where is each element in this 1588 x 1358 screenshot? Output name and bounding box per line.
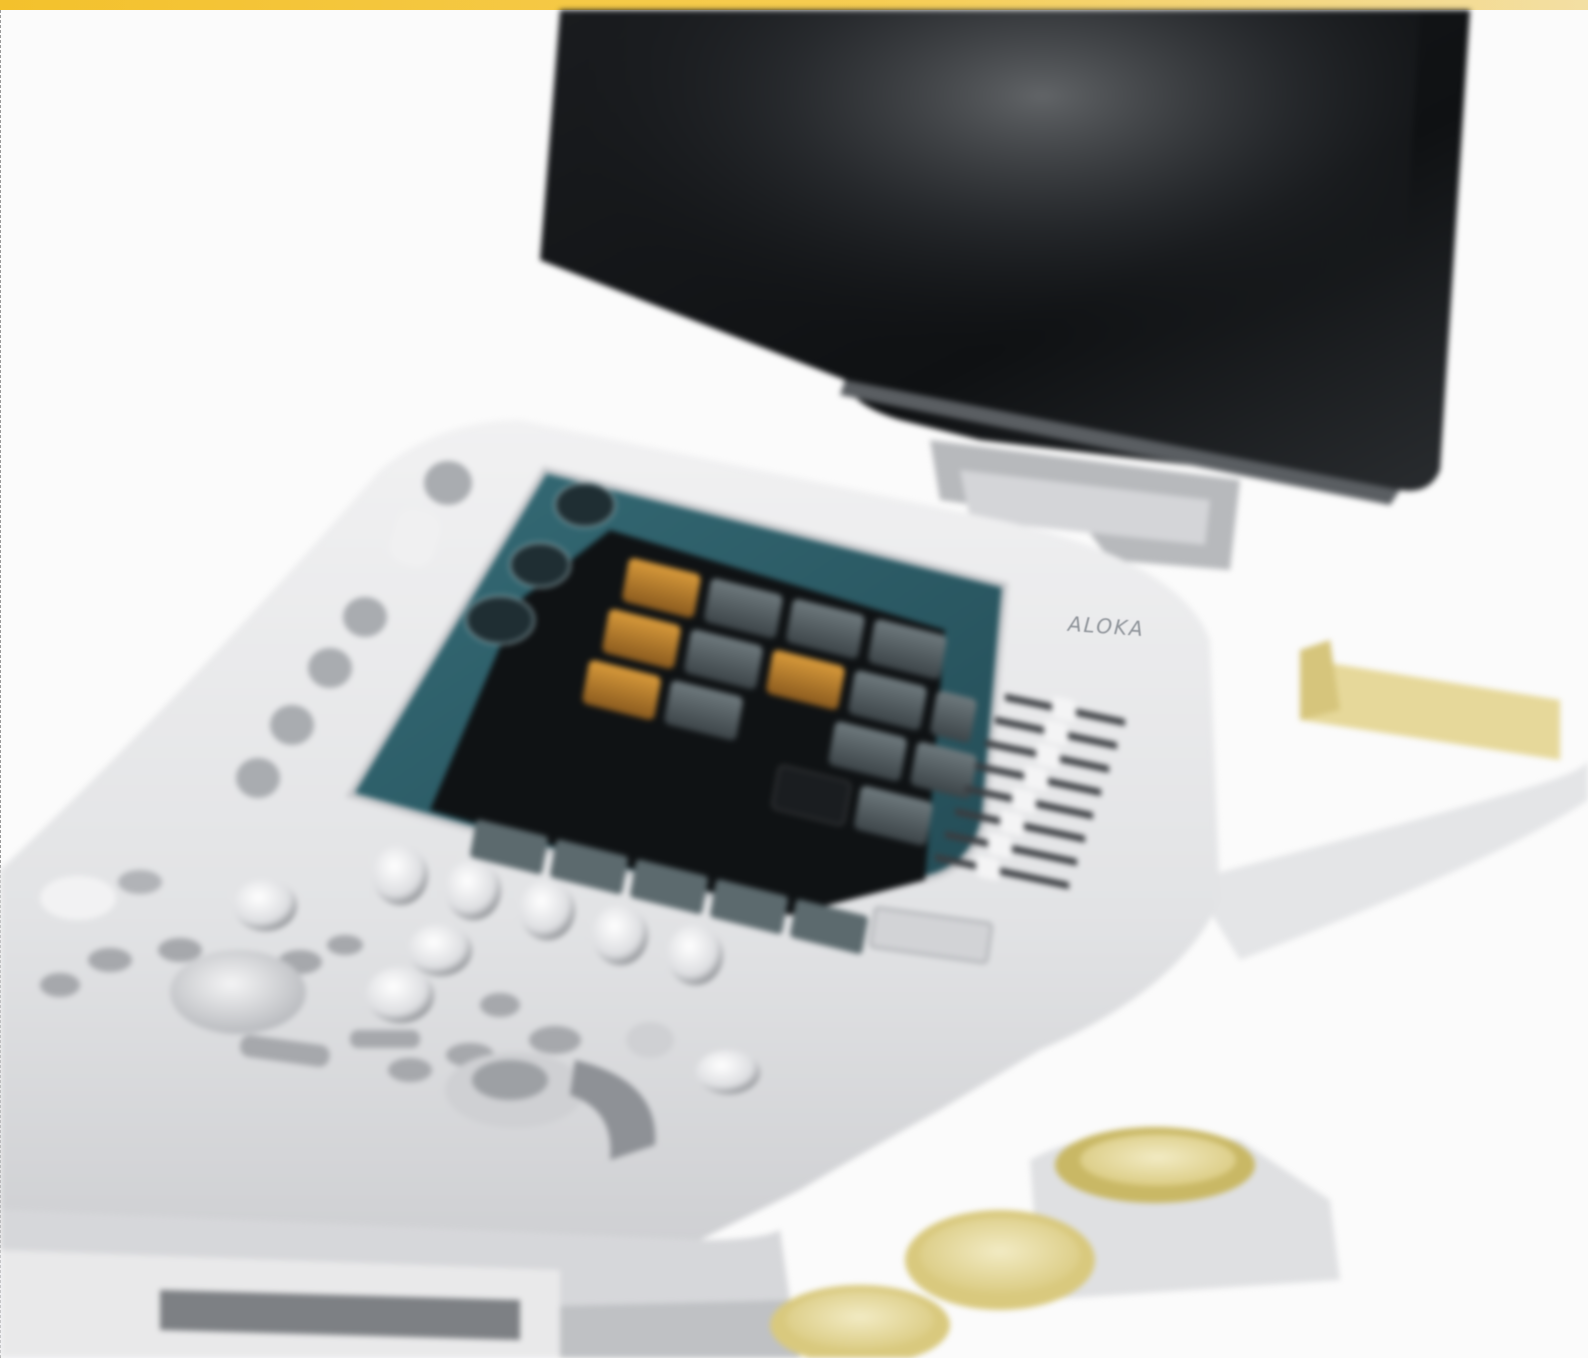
ultrasound-photo [0, 0, 1588, 1358]
monitor [540, 10, 1470, 505]
probe [1190, 640, 1588, 960]
probe-holders [770, 1127, 1340, 1358]
ultrasound-illustration [0, 10, 1588, 1358]
